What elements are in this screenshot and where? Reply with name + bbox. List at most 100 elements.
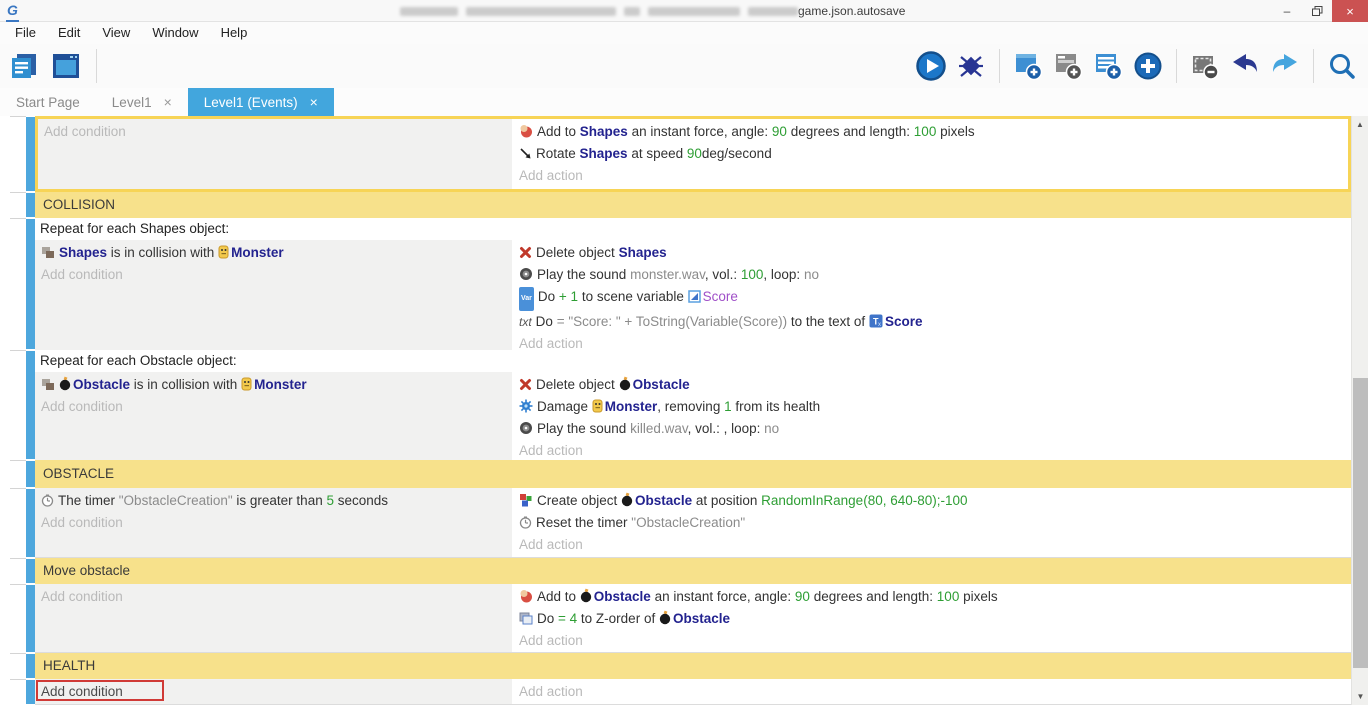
action-add-force[interactable]: Add to Obstacle an instant force, angle:… (519, 586, 1351, 608)
action-text-of-score[interactable]: txtDo = "Score: " + ToString(Variable(Sc… (519, 311, 1351, 333)
tab-start-page[interactable]: Start Page (0, 88, 96, 116)
comment-row-move-obstacle[interactable]: Move obstacle (0, 558, 1351, 584)
action-delete-obstacle[interactable]: Delete object Obstacle (519, 374, 1351, 396)
foreach-header[interactable]: Repeat for each Obstacle object: (35, 350, 1351, 372)
menu-help[interactable]: Help (210, 22, 259, 44)
actions-area[interactable]: Add to Obstacle an instant force, angle:… (512, 584, 1351, 652)
play-button[interactable] (915, 50, 947, 82)
action-rotate[interactable]: Rotate Shapes at speed 90deg/second (519, 143, 1348, 165)
action-reset-timer[interactable]: Reset the timer "ObstacleCreation" (519, 512, 1351, 534)
add-element-button[interactable] (1132, 50, 1164, 82)
comment-banner[interactable]: HEALTH (35, 653, 1351, 679)
add-condition-link[interactable]: Add condition (41, 586, 512, 608)
scene-variable-icon (688, 290, 701, 303)
add-subevent-button[interactable] (1052, 50, 1084, 82)
add-action-link[interactable]: Add action (519, 681, 1351, 703)
event-drag-handle[interactable] (26, 654, 35, 678)
event-drag-handle[interactable] (26, 219, 35, 349)
conditions-area[interactable]: The timer "ObstacleCreation" is greater … (35, 488, 512, 557)
vertical-scrollbar[interactable]: ▲ ▼ (1351, 116, 1368, 705)
add-action-link[interactable]: Add action (519, 165, 1348, 187)
event-drag-handle[interactable] (26, 351, 35, 459)
action-scene-variable[interactable]: VarDo + 1 to scene variable Score (519, 286, 1351, 311)
event-drag-handle[interactable] (26, 680, 35, 704)
add-event-button[interactable] (1012, 50, 1044, 82)
foreach-header[interactable]: Repeat for each Shapes object: (35, 218, 1351, 240)
comment-row-collision[interactable]: COLLISION (0, 192, 1351, 218)
tab-close-icon[interactable]: × (164, 94, 172, 110)
delete-event-button[interactable] (1189, 50, 1221, 82)
undo-button[interactable] (1229, 50, 1261, 82)
add-comment-button[interactable] (1092, 50, 1124, 82)
event-row-foreach-obstacle[interactable]: Repeat for each Obstacle object: Obstacl… (0, 350, 1351, 460)
add-subevent-icon (1053, 51, 1083, 81)
comment-banner[interactable]: OBSTACLE (35, 460, 1351, 488)
monster-object-icon (241, 377, 252, 391)
event-row-move-obstacle[interactable]: Add condition Add to Obstacle an instant… (0, 584, 1351, 653)
add-action-link[interactable]: Add action (519, 440, 1351, 462)
event-drag-handle[interactable] (26, 461, 35, 487)
add-condition-link[interactable]: Add condition (41, 681, 512, 703)
add-condition-link[interactable]: Add condition (44, 121, 512, 143)
condition-collision[interactable]: Obstacle is in collision with Monster (41, 374, 512, 396)
comment-row-obstacle[interactable]: OBSTACLE (0, 460, 1351, 488)
event-drag-handle[interactable] (26, 117, 35, 191)
close-button[interactable]: × (1332, 0, 1368, 22)
event-row-health-empty[interactable]: Add condition Add action (0, 679, 1351, 705)
actions-area[interactable]: Delete object Shapes Play the sound mons… (512, 240, 1351, 355)
event-row-foreach-shapes[interactable]: Repeat for each Shapes object: Shapes is… (0, 218, 1351, 350)
restore-button[interactable] (1302, 0, 1332, 22)
conditions-area[interactable]: Shapes is in collision with Monster Add … (35, 240, 512, 355)
add-action-link[interactable]: Add action (519, 534, 1351, 556)
gdevelop-logo-icon: G (6, 0, 19, 22)
condition-timer[interactable]: The timer "ObstacleCreation" is greater … (41, 490, 512, 512)
actions-area[interactable]: Add action (512, 679, 1351, 704)
redo-button[interactable] (1269, 50, 1301, 82)
scroll-down-icon[interactable]: ▼ (1352, 688, 1368, 705)
add-condition-link[interactable]: Add condition (41, 264, 512, 286)
add-condition-link[interactable]: Add condition (41, 396, 512, 418)
toolbar (0, 44, 1368, 88)
event-drag-handle[interactable] (26, 489, 35, 557)
project-manager-button[interactable] (8, 50, 40, 82)
conditions-area[interactable]: Add condition (35, 679, 512, 704)
event-drag-handle[interactable] (26, 585, 35, 652)
scene-editor-button[interactable] (50, 50, 82, 82)
menu-window[interactable]: Window (141, 22, 209, 44)
action-delete-shapes[interactable]: Delete object Shapes (519, 242, 1351, 264)
action-play-sound[interactable]: Play the sound monster.wav, vol.: 100, l… (519, 264, 1351, 286)
minimize-button[interactable]: – (1272, 0, 1302, 22)
tab-close-icon[interactable]: × (310, 94, 318, 110)
conditions-area[interactable]: Add condition (35, 584, 512, 652)
action-zorder[interactable]: Do = 4 to Z-order of Obstacle (519, 608, 1351, 630)
add-action-link[interactable]: Add action (519, 630, 1351, 652)
event-drag-handle[interactable] (26, 559, 35, 583)
add-condition-link[interactable]: Add condition (41, 512, 512, 534)
debug-button[interactable] (955, 50, 987, 82)
condition-collision[interactable]: Shapes is in collision with Monster (41, 242, 512, 264)
variable-icon: Var (519, 287, 534, 311)
comment-row-health[interactable]: HEALTH (0, 653, 1351, 679)
tab-level1[interactable]: Level1× (96, 88, 188, 116)
action-damage[interactable]: Damage Monster, removing 1 from its heal… (519, 396, 1351, 418)
action-add-force[interactable]: Add to Shapes an instant force, angle: 9… (519, 121, 1348, 143)
conditions-area[interactable]: Add condition (38, 119, 512, 189)
conditions-area[interactable]: Obstacle is in collision with Monster Ad… (35, 372, 512, 462)
search-button[interactable] (1326, 50, 1358, 82)
menu-view[interactable]: View (91, 22, 141, 44)
scrollbar-thumb[interactable] (1353, 378, 1368, 668)
actions-area[interactable]: Create object Obstacle at position Rando… (512, 488, 1351, 557)
action-play-sound[interactable]: Play the sound killed.wav, vol.: , loop:… (519, 418, 1351, 440)
menu-edit[interactable]: Edit (47, 22, 91, 44)
event-row-shapes-force[interactable]: Add condition Add to Shapes an instant f… (0, 116, 1351, 192)
menu-file[interactable]: File (4, 22, 47, 44)
comment-banner[interactable]: COLLISION (35, 192, 1351, 218)
tab-level1-events[interactable]: Level1 (Events)× (188, 88, 334, 116)
actions-area[interactable]: Delete object Obstacle Damage Monster, r… (512, 372, 1351, 462)
comment-banner[interactable]: Move obstacle (35, 558, 1351, 584)
event-drag-handle[interactable] (26, 193, 35, 217)
actions-area[interactable]: Add to Shapes an instant force, angle: 9… (512, 119, 1348, 189)
scroll-up-icon[interactable]: ▲ (1352, 116, 1368, 133)
action-create-object[interactable]: Create object Obstacle at position Rando… (519, 490, 1351, 512)
event-row-obstacle-creation[interactable]: The timer "ObstacleCreation" is greater … (0, 488, 1351, 558)
